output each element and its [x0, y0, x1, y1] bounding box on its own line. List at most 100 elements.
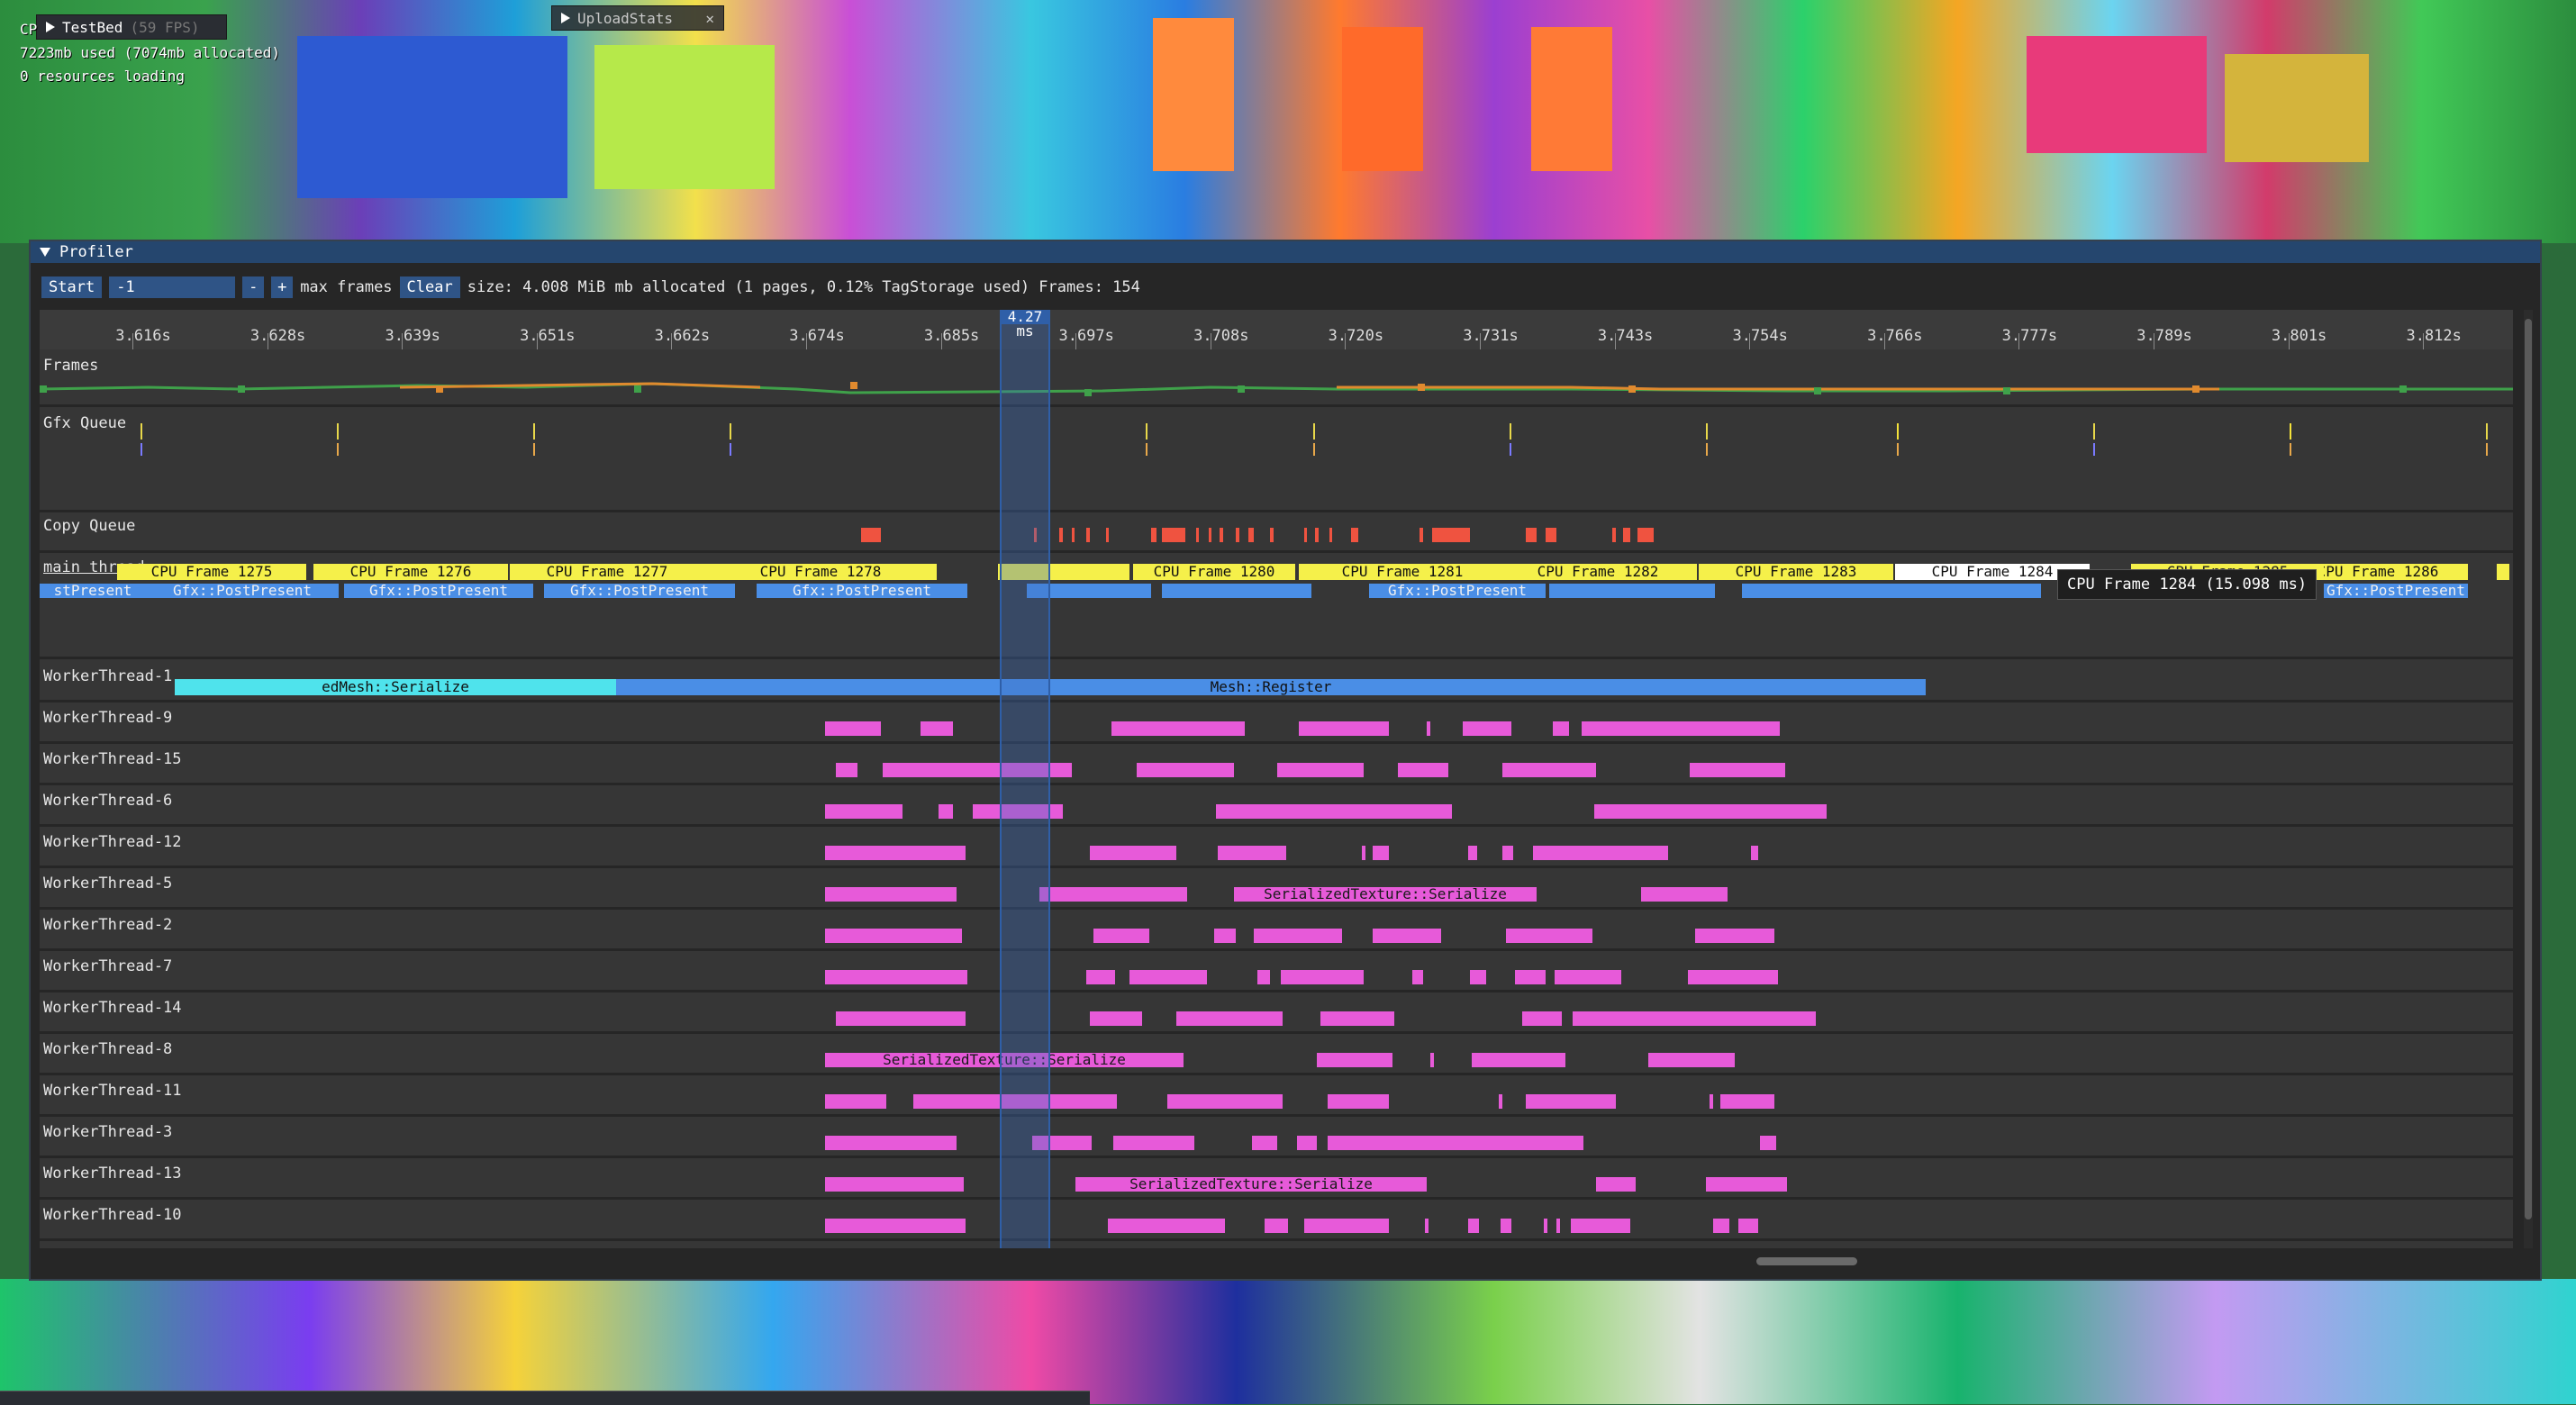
gfx-postpresent-zone[interactable]: Gfx::PostPresent: [344, 584, 533, 598]
worker-zone[interactable]: [1398, 763, 1448, 777]
worker-zone[interactable]: [825, 929, 962, 943]
worker-zone[interactable]: [1412, 970, 1423, 984]
copy-queue-zone[interactable]: [1220, 528, 1223, 542]
worker-zone[interactable]: [1328, 1094, 1389, 1109]
worker-zone[interactable]: [1093, 929, 1149, 943]
worker-zone[interactable]: [1526, 1094, 1616, 1109]
worker-zone[interactable]: [1167, 1094, 1283, 1109]
gfx-queue-marker[interactable]: [1146, 423, 1147, 440]
worker-zone[interactable]: [1299, 721, 1389, 736]
worker-zone[interactable]: [1090, 1011, 1142, 1026]
testbed-window-tab[interactable]: TestBed (59 FPS): [36, 14, 227, 40]
gfx-queue-marker[interactable]: [1706, 423, 1708, 440]
horizontal-scrollbar[interactable]: [40, 1255, 2513, 1266]
copy-queue-zone[interactable]: [1546, 528, 1556, 542]
gfx-postpresent-zone[interactable]: Gfx::PostPresent: [1369, 584, 1546, 598]
worker-zone[interactable]: [825, 1136, 957, 1150]
worker-zone[interactable]: [1751, 846, 1758, 860]
gfx-queue-marker[interactable]: [2486, 423, 2488, 440]
collapse-arrow-icon[interactable]: [40, 248, 50, 257]
worker-zone[interactable]: [1320, 1011, 1394, 1026]
worker-zone[interactable]: [825, 887, 957, 902]
worker-zone[interactable]: [1425, 1219, 1429, 1233]
worker-zone[interactable]: [1362, 846, 1365, 860]
cpu-frame-zone[interactable]: CPU Frame 1275: [117, 564, 306, 580]
worker-zone[interactable]: [1555, 970, 1621, 984]
gfx-queue-marker[interactable]: [730, 423, 731, 440]
gfx-queue-marker[interactable]: [2486, 443, 2488, 456]
copy-queue-zone[interactable]: [1304, 528, 1307, 542]
gfx-postpresent-zone[interactable]: [1929, 584, 2041, 598]
worker-zone[interactable]: [1582, 721, 1780, 736]
worker-zone[interactable]: SerializedTexture::Serialize: [1234, 887, 1537, 902]
worker-zone[interactable]: [1470, 970, 1486, 984]
gfx-queue-marker[interactable]: [2290, 423, 2291, 440]
cpu-frame-zone[interactable]: CPU Frame 1280: [1133, 564, 1295, 580]
gfx-queue-marker[interactable]: [1510, 423, 1511, 440]
worker-zone[interactable]: [1463, 721, 1511, 736]
gfx-queue-marker[interactable]: [533, 443, 535, 456]
worker-zone[interactable]: [1086, 970, 1115, 984]
worker-zone[interactable]: [1257, 970, 1270, 984]
gfx-queue-marker[interactable]: [1897, 443, 1899, 456]
gfx-queue-marker[interactable]: [337, 423, 339, 440]
worker-zone[interactable]: [1553, 721, 1569, 736]
gfx-postpresent-zone[interactable]: Gfx::PostPresent: [2324, 584, 2468, 598]
gfx-queue-marker[interactable]: [141, 443, 142, 456]
copy-queue-zone[interactable]: [1248, 528, 1254, 542]
worker-zone[interactable]: [825, 804, 903, 819]
copy-queue-zone[interactable]: [1236, 528, 1239, 542]
copy-queue-zone[interactable]: [1270, 528, 1274, 542]
worker-zone[interactable]: [1690, 763, 1785, 777]
worker-zone[interactable]: [1265, 1219, 1288, 1233]
copy-queue-zone[interactable]: [1072, 528, 1075, 542]
copy-queue-zone[interactable]: [1623, 528, 1630, 542]
gfx-queue-marker[interactable]: [141, 423, 142, 440]
cpu-frame-zone[interactable]: CPU Frame 1283: [1699, 564, 1893, 580]
gfx-queue-marker[interactable]: [1510, 443, 1511, 456]
worker-zone[interactable]: [1468, 1219, 1479, 1233]
worker-zone[interactable]: [1108, 1219, 1225, 1233]
worker-zone[interactable]: [1129, 970, 1207, 984]
cpu-frame-zone[interactable]: CPU Frame 1277: [510, 564, 704, 580]
clear-button[interactable]: Clear: [399, 276, 460, 298]
worker-zone[interactable]: [1297, 1136, 1317, 1150]
worker-zone[interactable]: [825, 1177, 964, 1192]
worker-zone[interactable]: [1468, 846, 1477, 860]
copy-queue-zone[interactable]: [1432, 528, 1470, 542]
copy-queue-zone[interactable]: [1612, 528, 1616, 542]
gfx-queue-marker[interactable]: [1313, 443, 1315, 456]
worker-zone[interactable]: [1710, 1094, 1713, 1109]
worker-zone[interactable]: [1373, 929, 1441, 943]
worker-zone[interactable]: [825, 970, 967, 984]
gfx-queue-marker[interactable]: [1146, 443, 1147, 456]
worker-zone[interactable]: [1254, 929, 1342, 943]
gfx-postpresent-zone[interactable]: Gfx::PostPresent: [544, 584, 735, 598]
copy-queue-zone[interactable]: [1106, 528, 1109, 542]
worker-zone[interactable]: [1137, 763, 1234, 777]
gfx-queue-marker[interactable]: [2093, 443, 2095, 456]
gfx-queue-marker[interactable]: [730, 443, 731, 456]
worker-zone[interactable]: [1594, 804, 1827, 819]
start-button[interactable]: Start: [41, 276, 103, 298]
copy-queue-zone[interactable]: [1059, 528, 1063, 542]
worker-zone[interactable]: [1277, 763, 1364, 777]
worker-zone[interactable]: [1472, 1053, 1565, 1067]
worker-zone[interactable]: [1695, 929, 1774, 943]
worker-zone[interactable]: [1214, 929, 1236, 943]
worker-zone[interactable]: [1090, 846, 1176, 860]
worker-zone[interactable]: [1499, 1094, 1502, 1109]
worker-zone[interactable]: [1328, 1136, 1583, 1150]
gfx-queue-marker[interactable]: [1706, 443, 1708, 456]
worker-zone[interactable]: [1430, 1053, 1434, 1067]
scroll-thumb[interactable]: [1756, 1257, 1857, 1265]
copy-queue-zone[interactable]: [1526, 528, 1537, 542]
gfx-postpresent-zone[interactable]: [1742, 584, 1929, 598]
worker-zone[interactable]: [1039, 887, 1187, 902]
cpu-frame-zone[interactable]: [2497, 564, 2509, 580]
gfx-postpresent-zone[interactable]: Gfx::PostPresent: [757, 584, 967, 598]
worker-zone[interactable]: [1515, 970, 1546, 984]
worker-zone[interactable]: [1506, 929, 1592, 943]
gfx-postpresent-zone[interactable]: Gfx::PostPresent: [146, 584, 339, 598]
copy-queue-zone[interactable]: [1351, 528, 1358, 542]
